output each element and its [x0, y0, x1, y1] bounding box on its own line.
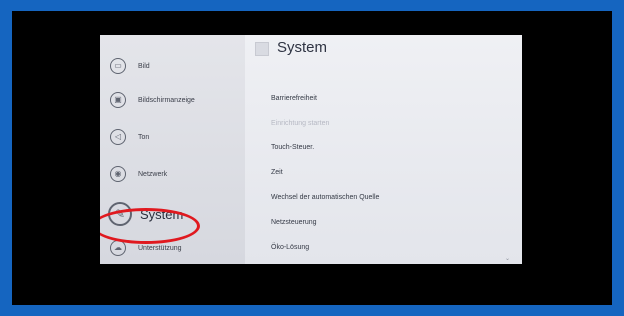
support-icon: ☁ — [110, 240, 126, 256]
page-title: System — [277, 39, 328, 56]
picture-icon: ▭ — [110, 58, 126, 74]
sidebar-item-label: Ton — [138, 133, 150, 141]
display-icon: ▣ — [110, 92, 126, 108]
sidebar: ▭ Bild ▣ Bildschirmanzeige ◁ Ton ◉ Netzw… — [100, 35, 245, 264]
sidebar-item-bild[interactable]: ▭ Bild — [100, 49, 245, 83]
speaker-icon: ◁ — [110, 129, 126, 145]
sidebar-item-label: System — [140, 206, 184, 222]
scroll-down-icon: ⌄ — [504, 256, 510, 262]
settings-menu: ▭ Bild ▣ Bildschirmanzeige ◁ Ton ◉ Netzw… — [100, 35, 522, 264]
sidebar-item-label: Netzwerk — [138, 170, 168, 178]
sidebar-item-ton[interactable]: ◁ Ton — [100, 120, 245, 154]
sidebar-item-unterstuetzung[interactable]: ☁ Unterstützung — [100, 231, 245, 264]
sidebar-item-label: Bild — [138, 62, 150, 70]
network-icon: ◉ — [110, 166, 126, 182]
back-icon[interactable] — [255, 42, 269, 56]
content-panel: System Barrierefreiheit Einrichtung star… — [245, 35, 522, 264]
menu-item-touch-steuerung[interactable]: Touch-Steuer. — [271, 144, 314, 151]
tv-screen: ▭ Bild ▣ Bildschirmanzeige ◁ Ton ◉ Netzw… — [12, 11, 612, 305]
menu-item-netzsteuerung[interactable]: Netzsteuerung — [271, 219, 317, 226]
menu-item-einrichtung-starten: Einrichtung starten — [271, 120, 330, 127]
sidebar-item-label: Bildschirmanzeige — [138, 96, 195, 104]
wrench-icon: ✎ — [108, 202, 132, 226]
menu-item-barrierefreiheit[interactable]: Barrierefreiheit — [271, 95, 317, 102]
menu-item-oeko-loesung[interactable]: Öko-Lösung — [271, 244, 309, 251]
sidebar-item-bildschirmanzeige[interactable]: ▣ Bildschirmanzeige — [100, 83, 245, 117]
menu-item-zeit[interactable]: Zeit — [271, 169, 283, 176]
menu-item-quellenwechsel[interactable]: Wechsel der automatischen Quelle — [271, 194, 379, 201]
sidebar-item-netzwerk[interactable]: ◉ Netzwerk — [100, 157, 245, 191]
sidebar-item-label: Unterstützung — [138, 244, 182, 252]
sidebar-item-system[interactable]: ✎ System — [100, 197, 245, 231]
